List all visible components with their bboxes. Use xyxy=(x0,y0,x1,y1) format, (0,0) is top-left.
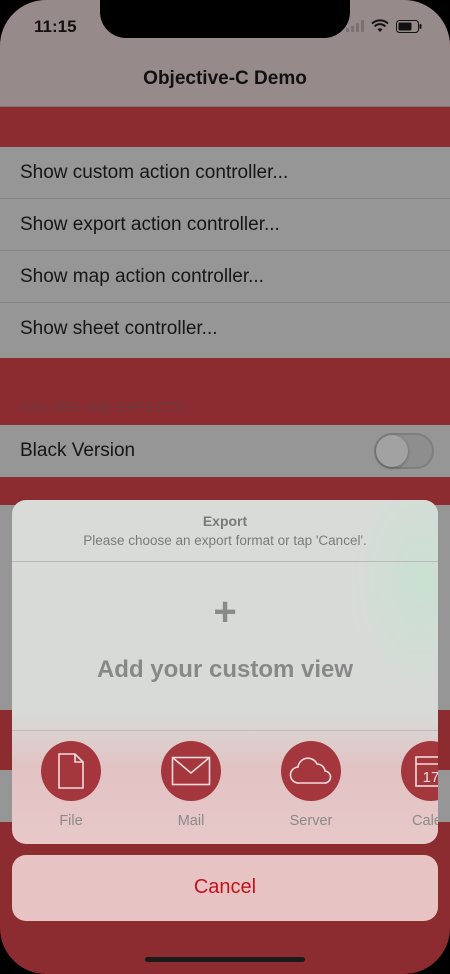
custom-view-label: Add your custom view xyxy=(96,656,354,683)
menu-item-label: Show sheet controller... xyxy=(20,318,218,339)
action-sheet: Export Please choose an export format or… xyxy=(12,500,438,844)
black-version-cell: Black Version xyxy=(0,425,450,477)
wifi-icon xyxy=(371,19,389,32)
status-bar: 11:15 xyxy=(0,0,450,50)
status-time: 11:15 xyxy=(34,17,77,36)
action-mail-button[interactable]: Mail xyxy=(146,741,236,829)
sheet-message: Please choose an export format or tap 'C… xyxy=(83,533,367,548)
navigation-bar: Objective-C Demo xyxy=(0,50,450,107)
menu-item-label: Show map action controller... xyxy=(20,266,264,287)
sheet-header: Export Please choose an export format or… xyxy=(12,500,438,562)
calendar-day-text: 17 xyxy=(423,769,438,786)
plus-icon: + xyxy=(213,590,237,634)
mail-icon xyxy=(161,741,221,801)
black-version-label: Black Version xyxy=(20,440,136,461)
cancel-button[interactable]: Cancel xyxy=(12,855,438,921)
home-indicator[interactable] xyxy=(145,957,305,962)
menu-item-custom-action[interactable]: Show custom action controller... xyxy=(0,147,450,199)
cloud-icon xyxy=(281,741,341,801)
action-file-label: File xyxy=(59,813,83,829)
menu-item-sheet-controller[interactable]: Show sheet controller... xyxy=(0,303,450,355)
action-server-label: Server xyxy=(289,813,333,829)
action-buttons-row: File Mail Server 17 Cale xyxy=(12,731,438,844)
section-header-colors: COLORS AND EFFECTS xyxy=(20,399,184,415)
status-icons xyxy=(346,18,422,34)
action-file-button[interactable]: File xyxy=(26,741,116,829)
file-icon xyxy=(41,741,101,801)
action-calendar-label: Calen xyxy=(412,813,438,829)
cancel-label: Cancel xyxy=(193,876,257,898)
notch xyxy=(100,0,350,38)
phone-screen: 11:15 Objective-C Demo Show custom actio… xyxy=(0,0,450,974)
menu-list: Show custom action controller... Show ex… xyxy=(0,147,450,358)
menu-item-map-action[interactable]: Show map action controller... xyxy=(0,251,450,303)
signal-icon xyxy=(346,20,364,32)
action-server-button[interactable]: Server xyxy=(266,741,356,829)
menu-item-label: Show custom action controller... xyxy=(20,162,289,183)
page-title: Objective-C Demo xyxy=(143,68,307,89)
toggle-knob xyxy=(376,435,408,467)
black-version-row: Black Version xyxy=(0,425,450,477)
black-version-toggle[interactable] xyxy=(374,433,434,469)
calendar-icon: 17 xyxy=(401,741,438,801)
menu-item-label: Show export action controller... xyxy=(20,214,280,235)
menu-item-export-action[interactable]: Show export action controller... xyxy=(0,199,450,251)
battery-icon xyxy=(396,19,422,33)
section-spacer xyxy=(0,107,450,147)
action-mail-label: Mail xyxy=(177,813,205,829)
custom-view-area[interactable]: + Add your custom view xyxy=(12,562,438,731)
sheet-title: Export xyxy=(202,513,248,529)
action-calendar-button[interactable]: 17 Calen xyxy=(386,741,438,829)
